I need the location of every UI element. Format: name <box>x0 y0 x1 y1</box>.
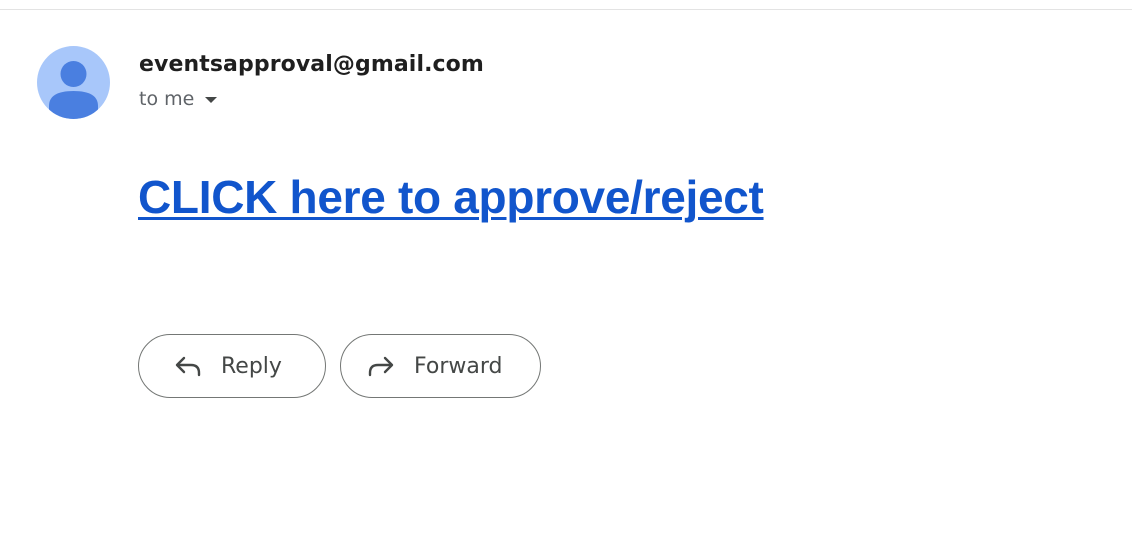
recipient-label: to me <box>139 88 195 110</box>
sender-email: eventsapproval@gmail.com <box>139 52 484 77</box>
sender-avatar[interactable] <box>37 46 110 119</box>
reply-arrow-icon <box>173 351 203 381</box>
person-avatar-icon <box>49 61 98 119</box>
header-divider <box>0 9 1132 10</box>
recipient-details-toggle[interactable]: to me <box>139 88 218 110</box>
forward-label: Forward <box>414 353 503 379</box>
reply-label: Reply <box>221 353 282 379</box>
approve-reject-link[interactable]: CLICK here to approve/reject <box>138 170 764 224</box>
forward-button[interactable]: Forward <box>340 334 541 398</box>
caret-down-icon[interactable] <box>205 97 218 103</box>
forward-arrow-icon <box>366 351 396 381</box>
reply-button[interactable]: Reply <box>138 334 326 398</box>
